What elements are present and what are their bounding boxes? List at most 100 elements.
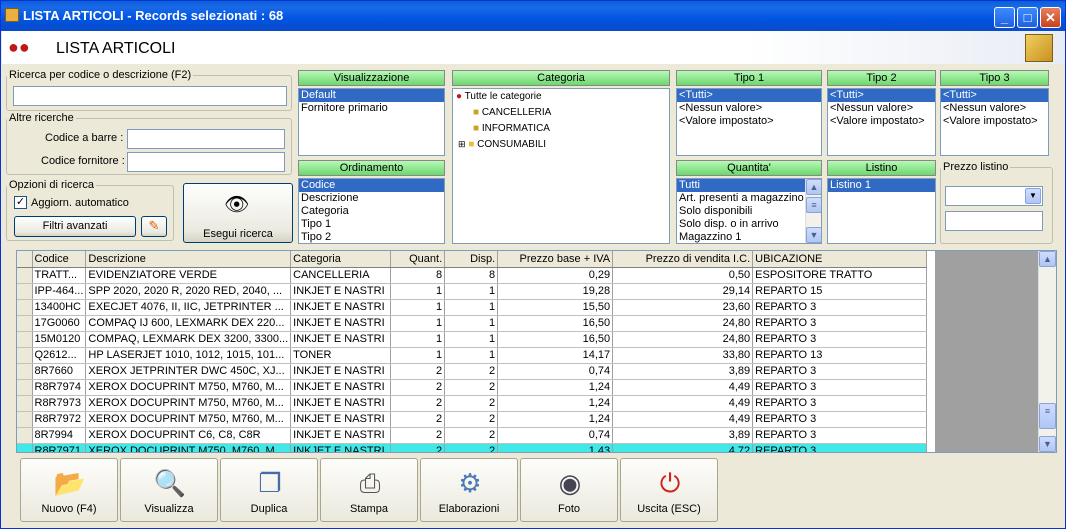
categoria-tree[interactable]: ● Tutte le categorie ■ CANCELLERIA ■ INF… (452, 88, 670, 244)
tipo3-item[interactable]: <Tutti> (941, 89, 1048, 102)
column-header[interactable]: Codice (32, 251, 87, 268)
row-indicator[interactable] (17, 299, 33, 316)
ordinamento-item[interactable]: Tipo 1 (299, 218, 444, 231)
tipo1-list[interactable]: <Tutti> <Nessun valore> <Valore impostat… (676, 88, 822, 156)
scroll-down-icon[interactable]: ▼ (806, 227, 821, 243)
table-row[interactable]: R8R7974 XEROX DOCUPRINT M750, M760, M... I… (17, 379, 928, 396)
listino-list[interactable]: Listino 1 (827, 178, 936, 244)
scroll-thumb[interactable]: ≡ (806, 197, 821, 213)
table-row[interactable]: 8R7994 XEROX DOCUPRINT C6, C8, C8R INKJET … (17, 427, 928, 444)
toolbar-button-elaborazioni[interactable]: ⚙ Elaborazioni (420, 458, 518, 522)
quantita-item[interactable]: Art. presenti a magazzino (677, 192, 821, 205)
column-header[interactable]: Prezzo base + IVA (497, 251, 614, 268)
tipo1-item[interactable]: <Valore impostato> (677, 115, 821, 128)
row-indicator[interactable] (17, 363, 33, 380)
auto-update-checkbox[interactable]: ✓ (14, 196, 27, 209)
column-header[interactable]: UBICAZIONE (752, 251, 928, 268)
row-indicator[interactable] (17, 379, 33, 396)
tipo3-item[interactable]: <Valore impostato> (941, 115, 1048, 128)
tipo2-item[interactable]: <Tutti> (828, 89, 935, 102)
table-row[interactable]: 13400HC EXECJET 4076, II, IIC, JETPRINTER… (17, 299, 928, 316)
table-cell: 3,89 (612, 427, 754, 444)
table-row[interactable]: 15M0120 COMPAQ, LEXMARK DEX 3200, 3300...… (17, 331, 928, 348)
table-row[interactable]: Q2612... HP LASERJET 1010, 1012, 1015, 10… (17, 347, 928, 364)
tipo3-item[interactable]: <Nessun valore> (941, 102, 1048, 115)
tree-item[interactable]: ■ CANCELLERIA (473, 107, 551, 118)
quantita-item[interactable]: Solo disponibili (677, 205, 821, 218)
column-header[interactable]: Categoria (290, 251, 392, 268)
tipo2-list[interactable]: <Tutti> <Nessun valore> <Valore impostat… (827, 88, 936, 156)
table-row[interactable]: TRATT... EVIDENZIATORE VERDE CANCELLERIA 8 8… (17, 267, 928, 284)
ordinamento-item[interactable]: Codice (299, 179, 444, 192)
toolbar-button-duplica[interactable]: ❐ Duplica (220, 458, 318, 522)
minimize-button[interactable]: _ (994, 7, 1015, 28)
ordinamento-item[interactable]: Categoria (299, 205, 444, 218)
filter-reset-button[interactable]: ✎ (141, 216, 167, 237)
toolbar-button-uscita[interactable]: ⏻ Uscita (ESC) (620, 458, 718, 522)
table-row[interactable]: R8R7972 XEROX DOCUPRINT M750, M760, M... I… (17, 411, 928, 428)
row-indicator[interactable] (17, 427, 33, 444)
quantita-list[interactable]: Tutti Art. presenti a magazzino Solo dis… (676, 178, 822, 244)
row-indicator[interactable] (17, 347, 33, 364)
barcode-input[interactable] (127, 129, 285, 149)
row-indicator[interactable] (17, 331, 33, 348)
column-header[interactable]: Descrizione (85, 251, 292, 268)
visualizzazione-list[interactable]: Default Fornitore primario (298, 88, 445, 156)
tipo2-item[interactable]: <Valore impostato> (828, 115, 935, 128)
toolbar-button-stampa[interactable]: ⎙ Stampa (320, 458, 418, 522)
quantita-item[interactable]: Tutti (677, 179, 805, 192)
prezzo-listino-input[interactable] (945, 211, 1043, 231)
prezzo-listino-select[interactable]: ▼ (945, 186, 1043, 206)
run-search-button[interactable]: 👁 Esegui ricerca (183, 183, 293, 243)
tipo3-header: Tipo 3 (940, 70, 1049, 86)
tree-item[interactable]: ⊞ ■ CONSUMABILI (458, 139, 546, 150)
row-indicator[interactable] (17, 411, 33, 428)
column-header[interactable]: Disp. (444, 251, 499, 268)
maximize-button[interactable]: □ (1017, 7, 1038, 28)
row-indicator[interactable] (17, 283, 33, 300)
visualizzazione-item[interactable]: Default (299, 89, 444, 102)
row-indicator[interactable] (17, 443, 33, 452)
row-indicator[interactable] (17, 395, 33, 412)
tree-item[interactable]: ■ INFORMATICA (473, 123, 550, 134)
advanced-filters-button[interactable]: Filtri avanzati (14, 216, 136, 237)
toolbar-button-visualizza[interactable]: 🔍 Visualizza (120, 458, 218, 522)
search-input[interactable] (13, 86, 287, 106)
scroll-thumb[interactable]: ≡ (1039, 403, 1056, 429)
toolbar-button-nuovo[interactable]: 📂 Nuovo (F4) (20, 458, 118, 522)
tipo2-item[interactable]: <Nessun valore> (828, 102, 935, 115)
visualizzazione-item[interactable]: Fornitore primario (299, 102, 444, 115)
quantita-item[interactable]: Solo disp. o in arrivo (677, 218, 821, 231)
table-row[interactable]: 8R7660 XEROX JETPRINTER DWC 450C, XJ... IN… (17, 363, 928, 380)
table-row[interactable]: R8R7973 XEROX DOCUPRINT M750, M760, M... I… (17, 395, 928, 412)
scroll-up-icon[interactable]: ▲ (806, 179, 821, 195)
grid-scrollbar[interactable]: ▲ ≡ ▼ (1038, 251, 1056, 452)
toolbar-button-foto[interactable]: ◉ Foto (520, 458, 618, 522)
tipo1-item[interactable]: <Nessun valore> (677, 102, 821, 115)
scroll-down-icon[interactable]: ▼ (1039, 436, 1056, 452)
table-row[interactable]: 17G0060 COMPAQ IJ 600, LEXMARK DEX 220...… (17, 315, 928, 332)
table-cell: XEROX DOCUPRINT M750, M760, M... (85, 443, 292, 452)
column-header[interactable]: Quant. (390, 251, 446, 268)
close-button[interactable]: ✕ (1040, 7, 1061, 28)
ordinamento-list[interactable]: Codice Descrizione Categoria Tipo 1 Tipo… (298, 178, 445, 244)
expand-icon[interactable]: ⊞ (458, 139, 466, 149)
tipo1-item[interactable]: <Tutti> (677, 89, 821, 102)
column-header[interactable]: Prezzo di vendita I.C. (612, 251, 754, 268)
row-indicator[interactable] (17, 315, 33, 332)
articles-grid[interactable]: Codice Descrizione Categoria Quant. Disp. Pre… (16, 250, 1057, 453)
scroll-up-icon[interactable]: ▲ (1039, 251, 1056, 267)
quantita-scrollbar[interactable]: ▲ ≡ ▼ (805, 179, 821, 243)
tree-root[interactable]: ● Tutte le categorie (456, 91, 542, 102)
title-bar[interactable]: LISTA ARTICOLI - Records selezionati : 6… (1, 1, 1065, 31)
tipo3-list[interactable]: <Tutti> <Nessun valore> <Valore impostat… (940, 88, 1049, 156)
quantita-item[interactable]: Magazzino 1 (677, 231, 821, 243)
ordinamento-item[interactable]: Tipo 2 (299, 231, 444, 243)
table-row[interactable]: IPP-464... SPP 2020, 2020 R, 2020 RED, 20… (17, 283, 928, 300)
table-row[interactable]: R8R7971 XEROX DOCUPRINT M750, M760, M... I… (17, 443, 928, 452)
listino-item[interactable]: Listino 1 (828, 179, 935, 192)
chevron-down-icon[interactable]: ▼ (1025, 188, 1041, 204)
row-indicator[interactable] (17, 267, 33, 284)
supplier-code-input[interactable] (127, 152, 285, 172)
ordinamento-item[interactable]: Descrizione (299, 192, 444, 205)
